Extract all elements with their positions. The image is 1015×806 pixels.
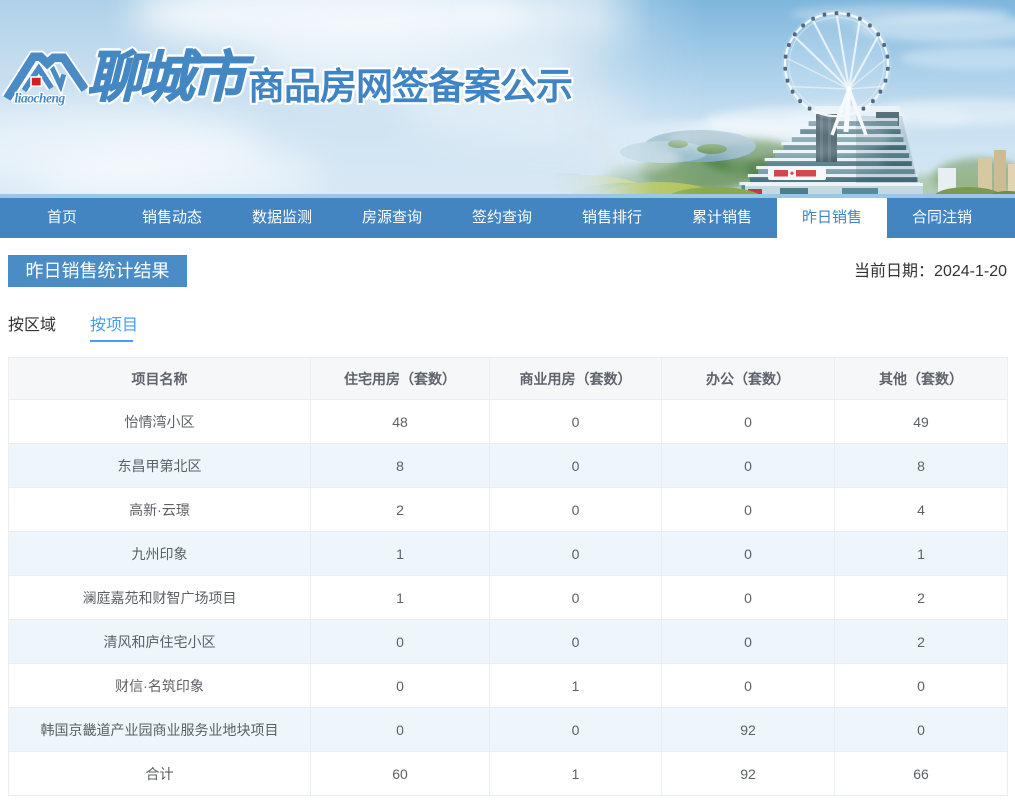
svg-text:liaocheng: liaocheng [15,91,66,106]
